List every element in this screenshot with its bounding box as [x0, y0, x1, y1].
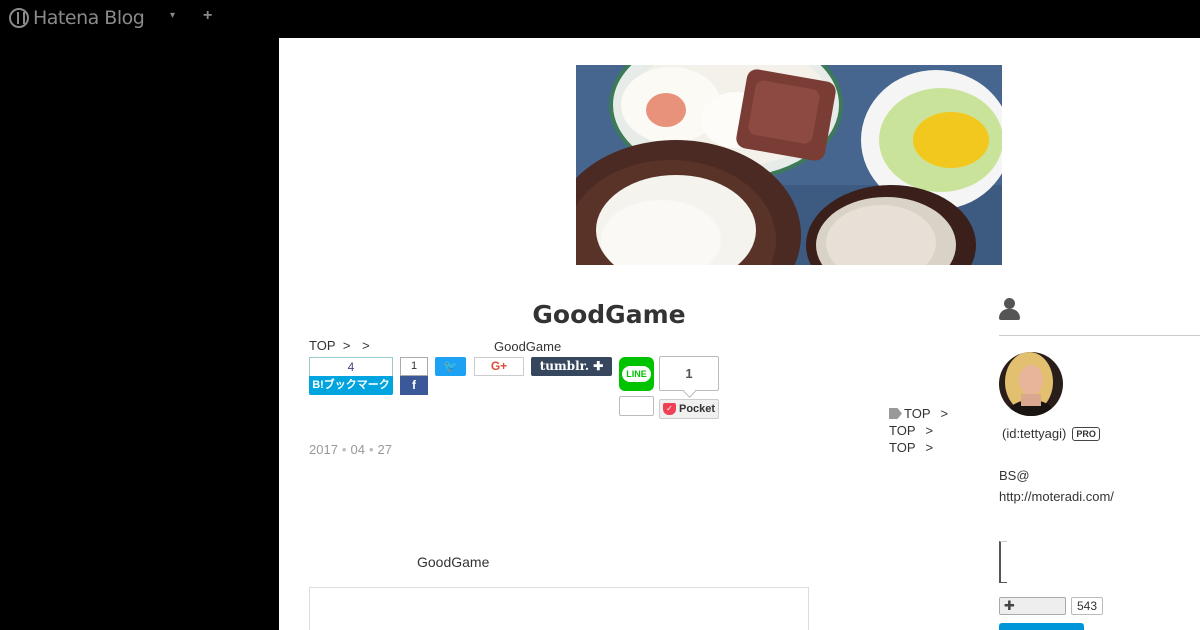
blog-page: GoodGame TOP > > GoodGame 4 B!ブックマーク 1 f…: [279, 38, 1200, 630]
category-nav-separator: >: [925, 423, 934, 438]
category-nav-row[interactable]: TOP >: [889, 422, 948, 439]
breadcrumb-separator: >: [342, 338, 351, 353]
category-nav: TOP > TOP > TOP >: [889, 405, 948, 456]
profile-url-link[interactable]: http://moteradi.com/: [999, 486, 1114, 507]
tag-icon: [889, 408, 902, 419]
tumblr-share-button[interactable]: tumblr. ✚: [531, 357, 612, 376]
sidebar-widget-frame: [999, 541, 1007, 583]
profile-id-text[interactable]: (id:tettyagi): [1002, 426, 1066, 441]
pro-badge: PRO: [1072, 427, 1100, 441]
avatar-image: [999, 352, 1063, 416]
pocket-label: Pocket: [679, 403, 716, 415]
line-share-button[interactable]: LINE: [619, 357, 654, 391]
menu-dropdown-icon[interactable]: ▾: [170, 10, 175, 21]
line-share-count: [619, 396, 654, 416]
subscriber-count: 543: [1071, 597, 1103, 615]
entry-date[interactable]: 2017 • 04 • 27: [309, 442, 392, 457]
facebook-share-button[interactable]: 1 f: [400, 357, 428, 395]
line-icon: LINE: [622, 366, 651, 382]
category-nav-row[interactable]: TOP >: [889, 405, 948, 422]
logo-text: Hatena Blog: [33, 7, 145, 29]
hatena-logo-icon: [9, 8, 29, 28]
follow-button[interactable]: [999, 623, 1084, 630]
avatar[interactable]: [999, 352, 1063, 416]
twitter-share-button[interactable]: 🐦: [435, 357, 466, 376]
hatena-blog-logo[interactable]: Hatena Blog: [9, 7, 145, 29]
user-icon: [999, 298, 1020, 322]
header-image: [576, 65, 1002, 265]
breadcrumb-separator: >: [362, 338, 370, 353]
date-day: 27: [377, 442, 392, 457]
entry-content-box: [309, 587, 809, 630]
profile-description: BS@ http://moteradi.com/: [999, 465, 1114, 507]
hatena-bookmark-count: 4: [309, 357, 393, 376]
profile-id[interactable]: (id:tettyagi) PRO: [1002, 426, 1100, 441]
facebook-share-count: 1: [400, 357, 428, 376]
food-photo: [576, 65, 1002, 265]
category-nav-top[interactable]: TOP: [889, 423, 916, 438]
subscribe-button[interactable]: ✚: [999, 597, 1066, 615]
profile-desc-line: BS@: [999, 468, 1030, 483]
facebook-icon: f: [400, 376, 428, 395]
pocket-icon: ✓: [663, 403, 676, 415]
date-year: 2017: [309, 442, 338, 457]
category-nav-separator: >: [925, 440, 934, 455]
category-nav-separator: >: [940, 406, 949, 421]
global-header: Hatena Blog ▾ +: [0, 0, 1200, 38]
breadcrumb-top-link[interactable]: TOP: [309, 338, 335, 353]
entry-title[interactable]: GoodGame: [309, 300, 909, 329]
hatena-bookmark-label: B!ブックマーク: [309, 376, 393, 395]
breadcrumb: TOP > >: [309, 338, 374, 353]
tumblr-icon: tumblr. ✚: [539, 359, 604, 373]
add-icon[interactable]: +: [203, 7, 212, 25]
category-nav-top[interactable]: TOP: [904, 406, 931, 421]
category-nav-row[interactable]: TOP >: [889, 439, 948, 456]
google-plus-share-button[interactable]: G+: [474, 357, 524, 376]
pocket-count: 1: [659, 356, 719, 391]
pocket-save-button[interactable]: ✓ Pocket: [659, 399, 719, 419]
date-month: 04: [350, 442, 365, 457]
hatena-bookmark-button[interactable]: 4 B!ブックマーク: [309, 357, 393, 395]
entry-subheading: GoodGame: [417, 554, 490, 570]
category-nav-top[interactable]: TOP: [889, 440, 916, 455]
breadcrumb-current: GoodGame: [494, 339, 562, 354]
google-plus-icon: G+: [490, 359, 508, 373]
sidebar-divider: [999, 335, 1200, 336]
twitter-icon: 🐦: [443, 359, 458, 373]
